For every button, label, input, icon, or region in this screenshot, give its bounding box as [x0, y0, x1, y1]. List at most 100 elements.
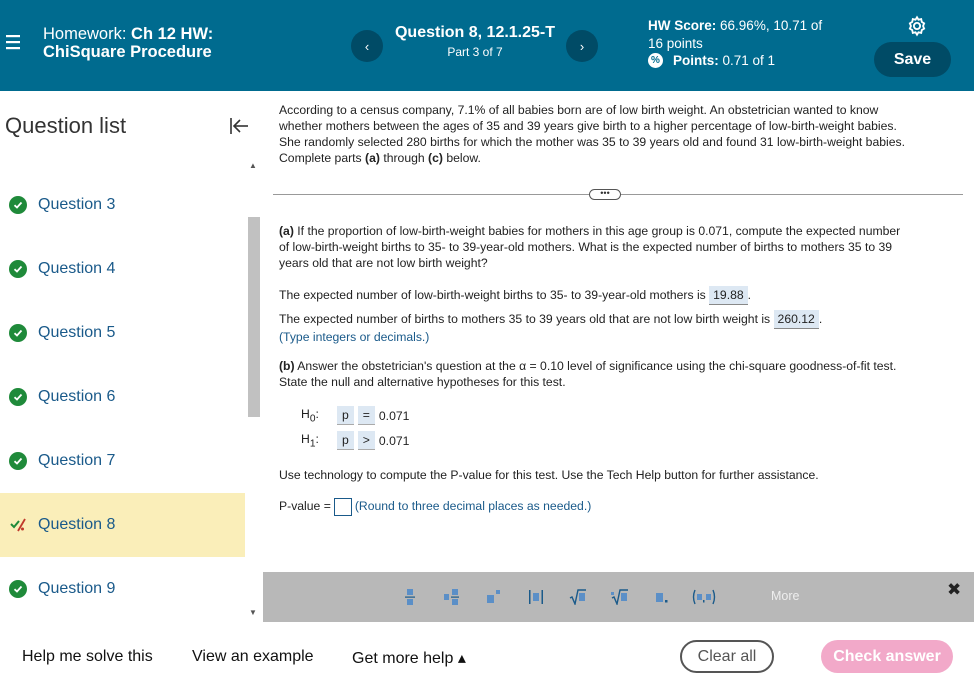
hw-score-label: HW Score: — [648, 18, 717, 33]
question-list-scrollbar[interactable]: ▲ ▼ — [245, 161, 262, 622]
absolute-value-icon[interactable] — [521, 586, 551, 608]
points-value: 0.71 of 1 — [722, 53, 776, 68]
pvalue-input[interactable] — [333, 498, 352, 516]
question-list-item-6[interactable]: Question 6 — [0, 365, 245, 429]
part-b-question: (b) Answer the obstetrician's question a… — [279, 358, 969, 390]
check-circle-icon — [9, 580, 27, 598]
question-list-item-label: Question 3 — [38, 196, 116, 213]
ordered-pair-icon[interactable] — [689, 586, 719, 608]
h1-parameter-select[interactable]: p — [337, 431, 354, 450]
clear-all-button[interactable]: Clear all — [680, 640, 774, 673]
part-b-line: = 0.10 level of significance using the c… — [526, 359, 897, 373]
homework-subtitle: ChiSquare Procedure — [43, 43, 212, 61]
question-intro: According to a census company, 7.1% of a… — [279, 102, 969, 166]
question-list-item-7[interactable]: Question 7 — [0, 429, 245, 493]
homework-chapter: Ch 12 HW: — [131, 25, 214, 43]
null-hypothesis-row: H0: p = 0.071 — [301, 406, 409, 425]
part-b-line: State the null and alternative hypothese… — [279, 375, 566, 389]
save-button[interactable]: Save — [874, 42, 951, 77]
expand-dots-button[interactable]: ••• — [589, 189, 621, 200]
intro-line: According to a census company, 7.1% of a… — [279, 103, 879, 117]
h1-label: H1: — [301, 431, 319, 450]
intro-line: Complete parts — [279, 151, 366, 165]
square-root-icon[interactable] — [563, 586, 593, 608]
mixed-number-icon[interactable] — [437, 586, 467, 608]
part-a-line: of low-birth-weight births to 35- to 39-… — [279, 240, 893, 254]
intro-line: through — [379, 151, 429, 165]
scroll-up-icon[interactable]: ▲ — [249, 161, 257, 170]
h0-letter: H — [301, 406, 310, 421]
chevron-left-icon: ‹ — [364, 38, 370, 54]
top-bar: Homework: Ch 12 HW: ChiSquare Procedure … — [0, 0, 974, 91]
check-circle-icon — [9, 260, 27, 278]
question-list-item-3[interactable]: Question 3 — [0, 173, 245, 237]
pvalue-hint: (Round to three decimal places as needed… — [354, 499, 592, 514]
partial-credit-icon — [9, 516, 27, 534]
question-list-item-label: Question 6 — [38, 388, 116, 405]
question-list-item-5[interactable]: Question 5 — [0, 301, 245, 365]
expected-not-low-answer[interactable]: 260.12 — [773, 310, 819, 329]
h1-subscript: 1 — [309, 438, 316, 450]
question-title: Question 8, 12.1.25-T — [394, 24, 556, 41]
close-toolbar-icon[interactable]: ✖ — [947, 580, 961, 600]
question-list-item-label: Question 5 — [38, 324, 116, 341]
intro-part-a: (a) — [365, 151, 380, 165]
h0-operator-select[interactable]: = — [357, 406, 375, 425]
decimal-icon[interactable] — [647, 586, 677, 608]
fraction-icon[interactable] — [395, 586, 425, 608]
help-me-solve-link[interactable]: Help me solve this — [22, 648, 153, 666]
question-list-item-4[interactable]: Question 4 — [0, 237, 245, 301]
check-answer-button[interactable]: Check answer — [821, 640, 953, 673]
collapse-sidebar-icon[interactable] — [229, 116, 249, 136]
gear-icon[interactable] — [906, 15, 928, 37]
h0-value[interactable]: 0.071 — [379, 409, 410, 423]
tech-instruction: Use technology to compute the P-value fo… — [279, 468, 819, 482]
more-tools-button[interactable]: More — [771, 589, 799, 603]
view-example-link[interactable]: View an example — [192, 648, 314, 666]
check-circle-icon — [9, 324, 27, 342]
hw-score-total: 16 points — [648, 36, 703, 51]
h1-value[interactable]: 0.071 — [379, 434, 410, 448]
question-list-item-8[interactable]: Question 8 — [0, 493, 245, 557]
next-question-button[interactable]: › — [566, 30, 598, 62]
question-list-item-9[interactable]: Question 9 — [0, 557, 245, 621]
pvalue-row: P-value = (Round to three decimal places … — [279, 498, 969, 516]
exponent-icon[interactable] — [479, 586, 509, 608]
check-circle-icon — [9, 196, 27, 214]
h0-label: H0: — [301, 406, 319, 425]
previous-question-button[interactable]: ‹ — [351, 30, 383, 62]
expected-low-row: The expected number of low-birth-weight … — [279, 286, 969, 305]
expected-not-low-row: The expected number of births to mothers… — [279, 310, 969, 329]
check-circle-icon — [9, 388, 27, 406]
question-list-item-label: Question 4 — [38, 260, 116, 277]
homework-title: Homework: Ch 12 HW: ChiSquare Procedure — [43, 25, 213, 61]
part-a-line: If the proportion of low-birth-weight ba… — [293, 224, 901, 238]
get-more-help-link[interactable]: Get more help ▴ — [352, 648, 466, 668]
alt-hypothesis-row: H1: p > 0.071 — [301, 431, 409, 450]
question-list-item-label: Question 9 — [38, 580, 116, 597]
expected-low-answer[interactable]: 19.88 — [709, 286, 748, 305]
h0-parameter-select[interactable]: p — [337, 406, 354, 425]
question-part: Part 3 of 7 — [447, 45, 503, 59]
intro-part-c: (c) — [428, 151, 443, 165]
part-a-label: (a) — [279, 224, 294, 238]
chevron-right-icon: › — [579, 38, 585, 54]
scrollbar-thumb[interactable] — [248, 217, 260, 417]
expected-not-low-text: The expected number of births to mothers… — [279, 312, 771, 326]
homework-prefix: Homework: — [43, 25, 127, 43]
pvalue-label: P-value = — [279, 499, 331, 514]
menu-icon[interactable] — [6, 34, 20, 50]
question-list-item-label: Question 7 — [38, 452, 116, 469]
nth-root-icon[interactable] — [605, 586, 635, 608]
intro-line: She randomly selected 280 births for whi… — [279, 135, 905, 149]
intro-line: below. — [442, 151, 481, 165]
part-a-line: years old that are not low birth weight? — [279, 256, 488, 270]
h1-operator-select[interactable]: > — [357, 431, 375, 450]
question-list-item-label: Question 8 — [38, 516, 116, 533]
question-list-title: Question list — [5, 113, 127, 138]
expected-low-text: The expected number of low-birth-weight … — [279, 288, 706, 302]
scroll-down-icon[interactable]: ▼ — [249, 608, 257, 617]
bottom-bar: Help me solve this View an example Get m… — [0, 622, 974, 693]
type-hint: (Type integers or decimals.) — [279, 330, 430, 344]
points-label: Points: — [673, 53, 719, 68]
